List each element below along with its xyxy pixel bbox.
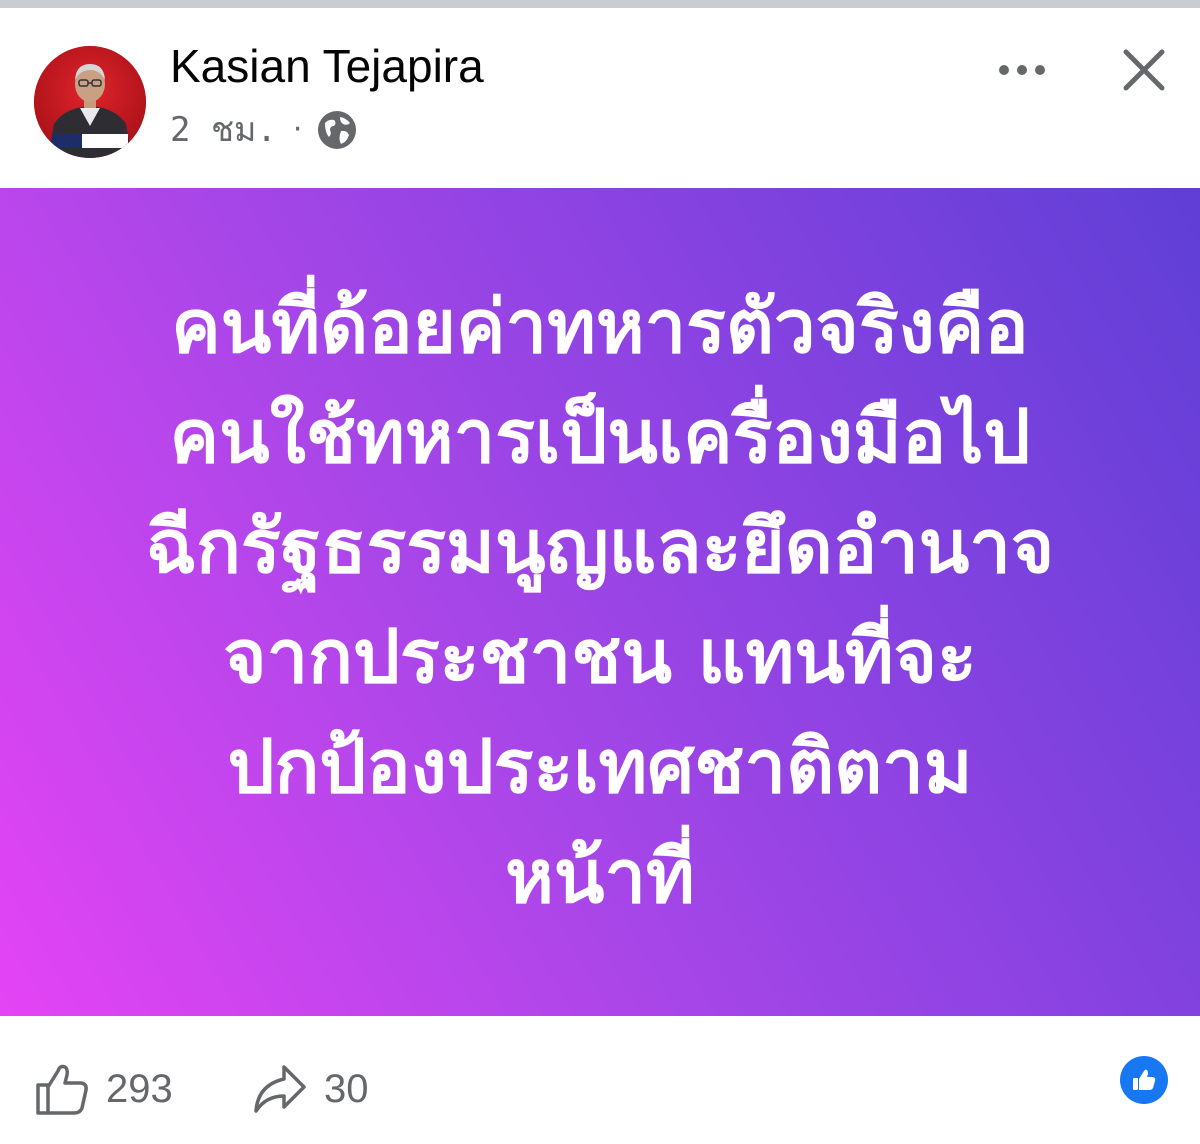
avatar-image [34, 46, 146, 158]
post-header: Kasian Tejapira 2 ชม. · [0, 8, 1200, 188]
post-text-line: คนที่ด้อยค่าทหารตัวจริงคือ [171, 284, 1029, 370]
author-avatar[interactable] [34, 46, 146, 158]
like-reaction-icon[interactable] [1120, 1056, 1168, 1104]
post-footer: 293 30 [0, 1016, 1200, 1144]
like-reaction-thumb [1133, 1069, 1156, 1090]
post-meta: 2 ชม. · [170, 108, 358, 152]
globe-icon[interactable] [316, 109, 358, 151]
post-text-line: หน้าที่ [505, 834, 695, 920]
top-divider [0, 0, 1200, 8]
post-timestamp[interactable]: 2 ชม. [170, 108, 277, 152]
share-button[interactable]: 30 [252, 1054, 369, 1124]
like-count: 293 [106, 1066, 173, 1111]
author-name[interactable]: Kasian Tejapira [170, 38, 484, 94]
post-text-line: ฉีกรัฐธรรมนูญและยึดอำนาจ [145, 504, 1055, 590]
close-icon [1123, 49, 1165, 91]
share-count: 30 [324, 1066, 369, 1111]
post-text-line: จากประชาชน แทนที่จะ [223, 614, 977, 700]
close-button[interactable] [1112, 38, 1176, 102]
share-arrow-icon [254, 1065, 306, 1113]
like-button[interactable]: 293 [34, 1054, 173, 1124]
post-text-line: ปกป้องประเทศชาติตาม [227, 724, 973, 810]
more-horizontal-icon [999, 65, 1045, 75]
meta-separator: · [292, 112, 303, 147]
post-body: คนที่ด้อยค่าทหารตัวจริงคือ คนใช้ทหารเป็น… [0, 188, 1200, 1016]
thumbs-up-icon [36, 1064, 88, 1115]
post-text: คนที่ด้อยค่าทหารตัวจริงคือ คนใช้ทหารเป็น… [0, 188, 1200, 1016]
more-options-button[interactable] [990, 42, 1054, 98]
post-text-line: คนใช้ทหารเป็นเครื่องมือไป [169, 394, 1031, 480]
